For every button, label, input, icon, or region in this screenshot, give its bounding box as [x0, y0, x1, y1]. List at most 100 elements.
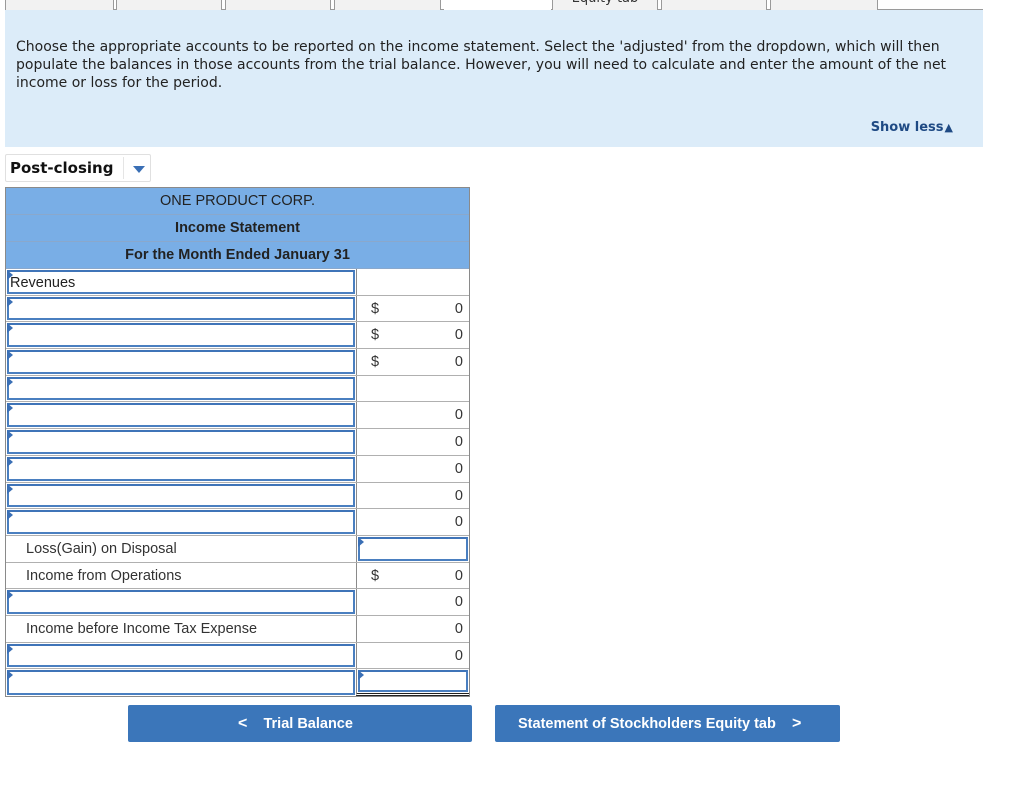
account-cell: Loss(Gain) on Disposal: [6, 536, 356, 562]
amount-value: 0: [454, 434, 463, 451]
account-select-input[interactable]: [7, 456, 355, 481]
statement-row: $0: [6, 322, 469, 350]
account-select-input[interactable]: [7, 430, 355, 454]
tab-4[interactable]: [334, 0, 441, 10]
statement-row: Loss(Gain) on Disposal: [6, 535, 469, 563]
instructions-text: Choose the appropriate accounts to be re…: [16, 39, 947, 91]
statement-row: 0: [6, 402, 469, 430]
account-cell: [6, 589, 356, 615]
currency-symbol: $: [371, 567, 380, 584]
dropdown-divider: [123, 157, 124, 179]
amount-cell: 0: [356, 482, 469, 509]
line-item-label: Income from Operations: [26, 567, 182, 584]
account-cell: Income before Income Tax Expense: [6, 616, 356, 642]
account-select-input[interactable]: [7, 323, 355, 348]
account-cell: [6, 509, 356, 535]
account-cell: [6, 296, 356, 322]
statement-row: Income from Operations $0: [6, 562, 469, 590]
account-cell: [6, 669, 356, 696]
amount-value: 0: [454, 594, 463, 611]
amount-input[interactable]: [358, 536, 468, 561]
currency-symbol: $: [371, 327, 380, 344]
account-name: Revenues: [10, 275, 76, 291]
amount-value: 0: [454, 327, 463, 344]
amount-value: 0: [454, 354, 463, 371]
amount-value: 0: [454, 460, 463, 477]
dropdown-flag-icon: [7, 430, 13, 441]
dropdown-flag-icon: [7, 510, 13, 521]
chevron-right-icon: >: [791, 715, 802, 732]
amount-cell: $0: [356, 349, 469, 375]
account-select-input[interactable]: [7, 670, 355, 695]
amount-cell: 0: [356, 455, 469, 482]
next-equity-tab-button[interactable]: Statement of Stockholders Equity tab >: [495, 705, 840, 742]
statement-row: 0: [6, 482, 469, 510]
account-select-input[interactable]: [7, 590, 355, 614]
line-item-label: Loss(Gain) on Disposal: [26, 540, 177, 557]
tab-3[interactable]: [225, 0, 331, 10]
amount-cell: $0: [356, 295, 469, 322]
currency-symbol: $: [371, 354, 380, 371]
account-select-input[interactable]: [7, 376, 355, 401]
account-select-input[interactable]: [7, 510, 355, 534]
account-cell: [6, 456, 356, 482]
account-select-input[interactable]: [7, 483, 355, 508]
tab-8[interactable]: [770, 0, 878, 10]
statement-rows: Revenues $0 $0 $0 0 0 0 0 0 Loss(Gain) on Disposa…: [6, 269, 469, 696]
prev-button-label: Trial Balance: [263, 716, 353, 732]
balance-type-dropdown[interactable]: Post-closing: [5, 154, 151, 182]
amount-value: 0: [454, 647, 463, 664]
show-less-label: Show less: [870, 120, 944, 135]
line-item-label: Income before Income Tax Expense: [26, 620, 258, 637]
statement-row: 0: [6, 455, 469, 483]
dropdown-flag-icon: [7, 483, 13, 494]
statement-row: $0: [6, 295, 469, 323]
dropdown-selected-value: Post-closing: [10, 159, 114, 177]
amount-value: 0: [454, 487, 463, 504]
chevron-left-icon: <: [238, 715, 248, 732]
amount-input[interactable]: [358, 670, 468, 692]
account-cell: Income from Operations: [6, 563, 356, 589]
tab-equity[interactable]: Equity tab: [552, 0, 658, 10]
dropdown-flag-icon: [7, 403, 13, 414]
account-cell: [6, 402, 356, 428]
dropdown-flag-icon: [7, 323, 13, 334]
tab-7[interactable]: [661, 0, 767, 10]
statement-row: 0: [6, 429, 469, 456]
income-statement-table: ONE PRODUCT CORP. Income Statement For t…: [5, 187, 470, 697]
tab-1[interactable]: [5, 0, 114, 10]
tab-strip: Equity tab: [5, 0, 983, 11]
account-select-input[interactable]: [7, 403, 355, 428]
amount-cell: 0: [356, 589, 469, 615]
amount-value: 0: [454, 407, 463, 424]
amount-cell: 0: [356, 615, 469, 642]
account-select-input[interactable]: [7, 643, 355, 668]
account-cell: [6, 376, 356, 402]
amount-cell: $0: [356, 322, 469, 349]
account-select-input[interactable]: [7, 350, 355, 374]
statement-period: For the Month Ended January 31: [6, 242, 469, 269]
show-less-link[interactable]: Show less▲: [871, 120, 953, 135]
amount-value: 0: [454, 620, 463, 637]
dropdown-flag-icon: [7, 296, 13, 307]
account-cell: [6, 483, 356, 509]
statement-row: $0: [6, 349, 469, 376]
amount-cell: $0: [356, 562, 469, 589]
company-name: ONE PRODUCT CORP.: [6, 188, 469, 215]
statement-row: Income before Income Tax Expense 0: [6, 615, 469, 643]
dropdown-flag-icon: [7, 350, 13, 361]
amount-cell: 0: [356, 429, 469, 455]
amount-cell: [356, 375, 469, 402]
dropdown-flag-icon: [358, 670, 364, 681]
statement-row: 0: [6, 642, 469, 670]
prev-trial-balance-button[interactable]: < Trial Balance: [128, 705, 472, 742]
dropdown-flag-icon: [7, 376, 13, 387]
tab-2[interactable]: [116, 0, 222, 10]
account-cell: [6, 322, 356, 348]
statement-row: 0: [6, 589, 469, 616]
account-select-input[interactable]: [7, 296, 355, 321]
currency-symbol: $: [371, 300, 380, 317]
account-select-input[interactable]: Revenues: [7, 270, 355, 294]
statement-row: [6, 375, 469, 403]
account-cell: Revenues: [6, 269, 356, 295]
